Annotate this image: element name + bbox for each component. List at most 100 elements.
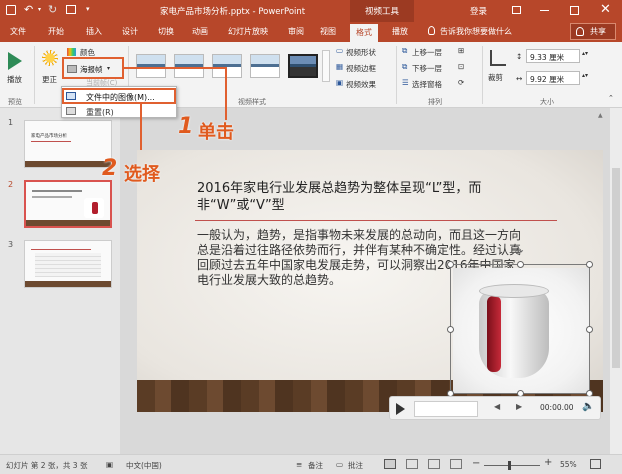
- dropdown-arrow-icon[interactable]: ▾: [38, 6, 41, 13]
- play-icon[interactable]: [8, 52, 22, 70]
- slide-thumbnail-1[interactable]: 家电产品市场分析: [24, 120, 112, 168]
- restore-icon[interactable]: [570, 6, 579, 15]
- reading-view-icon[interactable]: [428, 459, 440, 469]
- bring-forward-icon[interactable]: ⧉: [402, 46, 407, 56]
- bring-forward-label[interactable]: 上移一层: [412, 47, 442, 58]
- rotate-handle-icon[interactable]: ⟳: [515, 247, 523, 258]
- notes-button[interactable]: 备注: [308, 460, 323, 471]
- group-arrange-label: 排列: [428, 98, 442, 106]
- notes-icon[interactable]: ≡: [296, 460, 302, 469]
- send-backward-icon[interactable]: ⧉: [402, 62, 407, 72]
- color-icon[interactable]: [67, 48, 76, 56]
- thumb-floor: [25, 161, 111, 167]
- minimize-icon[interactable]: [540, 10, 549, 11]
- zoom-slider[interactable]: [484, 465, 540, 466]
- video-effects-label[interactable]: 视频效果: [346, 79, 376, 90]
- video-style-thumb[interactable]: [212, 54, 242, 78]
- video-border-label[interactable]: 视频边框: [346, 63, 376, 74]
- tab-design[interactable]: 设计: [122, 26, 138, 37]
- tab-slideshow[interactable]: 幻灯片放映: [228, 26, 268, 37]
- scrollbar-thumb[interactable]: [612, 168, 620, 368]
- resize-handle[interactable]: [586, 326, 593, 333]
- tab-animations[interactable]: 动画: [192, 26, 208, 37]
- tab-transitions[interactable]: 切换: [158, 26, 174, 37]
- quick-access-more-icon[interactable]: ▾: [86, 5, 90, 13]
- height-field[interactable]: 9.33 厘米: [526, 49, 580, 63]
- step-1-number: 1: [178, 114, 194, 139]
- playback-time: 00:00.00: [540, 403, 574, 412]
- zoom-slider-thumb[interactable]: [508, 461, 511, 470]
- video-shape-label[interactable]: 视频形状: [346, 47, 376, 58]
- collapse-ribbon-icon[interactable]: ⌃: [608, 94, 614, 102]
- play-pause-icon[interactable]: [396, 403, 405, 415]
- language-indicator[interactable]: 中文(中国): [126, 460, 162, 471]
- align-icon[interactable]: ⊞: [458, 46, 464, 55]
- redo-icon[interactable]: ↻: [48, 3, 57, 16]
- video-border-icon[interactable]: ▦: [336, 62, 343, 71]
- slideshow-icon[interactable]: [450, 459, 462, 469]
- width-field[interactable]: 9.92 厘米: [526, 71, 580, 85]
- tab-home[interactable]: 开始: [48, 26, 64, 37]
- group-icon[interactable]: ⊡: [458, 62, 464, 71]
- correct-button-label[interactable]: 更正: [42, 74, 57, 85]
- play-button-label[interactable]: 播放: [7, 74, 22, 85]
- close-icon[interactable]: ✕: [600, 2, 611, 17]
- gallery-scroll[interactable]: [322, 50, 330, 82]
- selection-pane-icon[interactable]: ☰: [402, 78, 409, 87]
- comments-icon[interactable]: ▭: [336, 460, 343, 469]
- slide-thumbnail-2[interactable]: [24, 180, 112, 228]
- resize-handle[interactable]: [517, 261, 524, 268]
- width-spinner-icon[interactable]: ▴▾: [582, 72, 588, 79]
- video-shape-icon[interactable]: ▭: [336, 46, 343, 55]
- save-icon[interactable]: [6, 5, 16, 15]
- tab-review[interactable]: 审阅: [288, 26, 304, 37]
- slide-title[interactable]: 2016年家电行业发展总趋势为整体呈现“L”型，而非“W”或“V”型: [197, 180, 557, 214]
- height-spinner-icon[interactable]: ▴▾: [582, 50, 588, 57]
- video-effects-icon[interactable]: ▣: [336, 78, 343, 87]
- skip-forward-icon[interactable]: ▶: [516, 402, 522, 411]
- progress-track[interactable]: [414, 401, 478, 417]
- crop-icon[interactable]: [490, 50, 506, 66]
- video-style-thumb[interactable]: [136, 54, 166, 78]
- spellcheck-icon[interactable]: ▣: [106, 460, 113, 469]
- comments-button[interactable]: 批注: [348, 460, 363, 471]
- slide-thumbnail-3[interactable]: [24, 240, 112, 288]
- film-icon: [66, 107, 76, 115]
- skip-back-icon[interactable]: ◀: [494, 402, 500, 411]
- tab-view[interactable]: 视图: [320, 26, 336, 37]
- width-icon: ↔: [516, 74, 523, 83]
- group-separator: [396, 46, 397, 104]
- ribbon-display-icon[interactable]: [512, 6, 521, 14]
- present-icon[interactable]: [66, 5, 76, 14]
- undo-icon[interactable]: ↶: [24, 3, 33, 16]
- zoom-in-icon[interactable]: +: [544, 457, 552, 468]
- tell-me-search[interactable]: 告诉我你想要做什么: [440, 26, 512, 37]
- tab-file[interactable]: 文件: [10, 26, 26, 37]
- video-style-thumb[interactable]: [288, 54, 318, 78]
- selection-pane-label[interactable]: 选择窗格: [412, 79, 442, 90]
- resize-handle[interactable]: [447, 326, 454, 333]
- canvas-scroll-up-icon[interactable]: ▲: [598, 112, 603, 119]
- send-backward-label[interactable]: 下移一层: [412, 63, 442, 74]
- zoom-level[interactable]: 55%: [560, 460, 577, 469]
- menu-item-current-frame[interactable]: 当前帧(C): [86, 78, 117, 88]
- resize-handle[interactable]: [447, 261, 454, 268]
- tab-insert[interactable]: 插入: [86, 26, 102, 37]
- video-style-thumb[interactable]: [250, 54, 280, 78]
- rotate-icon[interactable]: ⟳: [458, 78, 464, 87]
- vertical-scrollbar[interactable]: [610, 108, 622, 454]
- zoom-out-icon[interactable]: −: [472, 458, 480, 469]
- volume-icon[interactable]: 🔈: [582, 401, 594, 412]
- fit-slide-icon[interactable]: [590, 459, 601, 469]
- crop-button-label[interactable]: 裁剪: [488, 72, 503, 83]
- resize-handle[interactable]: [586, 261, 593, 268]
- current-slide[interactable]: 2016年家电行业发展总趋势为整体呈现“L”型，而非“W”或“V”型 一般认为，…: [137, 150, 603, 412]
- slide-sorter-icon[interactable]: [406, 459, 418, 469]
- tab-playback[interactable]: 播放: [392, 26, 408, 37]
- video-style-thumb[interactable]: [174, 54, 204, 78]
- login-button[interactable]: 登录: [470, 5, 487, 17]
- tab-format[interactable]: 格式: [350, 24, 378, 42]
- sun-icon[interactable]: [42, 50, 58, 66]
- normal-view-icon[interactable]: [384, 459, 396, 469]
- menu-item-reset[interactable]: 重置(R): [86, 107, 114, 118]
